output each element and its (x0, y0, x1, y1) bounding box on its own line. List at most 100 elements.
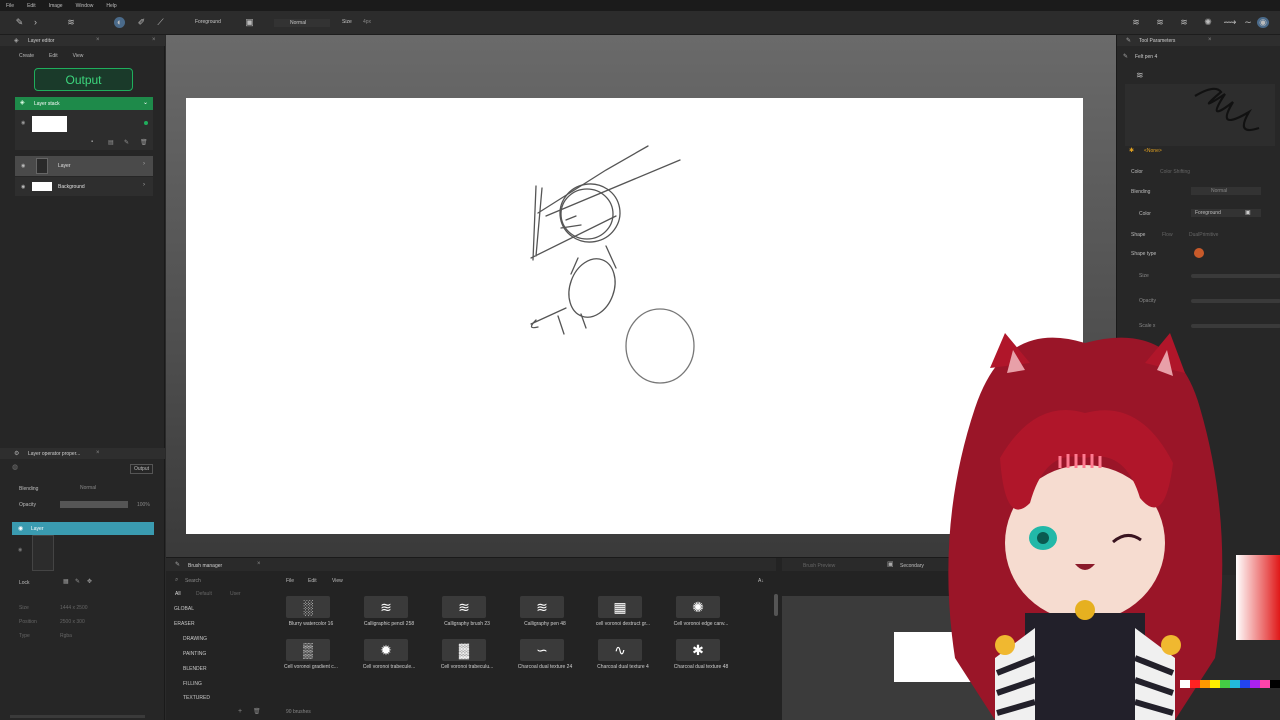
lock-alpha-icon[interactable]: ▦ (63, 578, 69, 585)
brush-item[interactable]: ✱ Charcoal dual texture 48 (664, 637, 738, 677)
visibility-eye-icon[interactable]: ◉ (21, 163, 25, 169)
brush-item[interactable]: ▦ cell voronoi destruct gr... (586, 594, 660, 634)
visibility-eye-icon[interactable]: ◉ (21, 120, 25, 126)
close-icon[interactable]: × (257, 561, 261, 567)
lock-move-icon[interactable]: ✥ (87, 578, 92, 585)
none-preset[interactable]: <None> (1144, 148, 1162, 154)
brush-quick-5-icon[interactable]: ⟿ (1222, 17, 1238, 28)
swap-colors-icon[interactable]: ▣ (244, 17, 255, 28)
add-icon[interactable]: + (238, 708, 242, 715)
brush-quick-7-icon[interactable]: ◉ (1257, 17, 1269, 28)
menu-image[interactable]: Image (49, 3, 63, 9)
bm-menu-edit[interactable]: Edit (308, 578, 317, 584)
brush-item[interactable]: ✺ Cell voronoi edge canv... (664, 594, 738, 634)
menu-file[interactable]: File (6, 3, 14, 9)
brush-quick-6-icon[interactable]: ∼ (1242, 17, 1254, 28)
layer-stack-header[interactable]: ◈ Layer stack ⌄ (15, 97, 153, 110)
brush-quick-2-icon[interactable]: ≋ (1152, 17, 1168, 28)
trash-icon[interactable]: 🗑 (253, 708, 261, 715)
tab-color[interactable]: Color (1131, 169, 1143, 175)
lock-paint-icon[interactable]: ✎ (75, 578, 80, 585)
chevron-right-icon[interactable]: › (143, 182, 145, 188)
eye-icon[interactable]: ◉ (18, 547, 22, 553)
chevron-down-icon[interactable]: ⌄ (143, 99, 148, 106)
brush-grid-scrollbar[interactable] (774, 594, 778, 616)
close-panel-icon[interactable]: × (152, 37, 156, 43)
menu-window[interactable]: Window (76, 3, 94, 9)
tab-flow[interactable]: Flow (1162, 232, 1173, 238)
brush-item[interactable]: ≋ Calligraphic pencil 258 (352, 594, 426, 634)
brush-search-input[interactable]: Search (185, 578, 201, 584)
category-filling[interactable]: FILLING (183, 681, 202, 687)
brush-item[interactable]: ░ Blurry watercolor 16 (274, 594, 348, 634)
trash-icon[interactable]: 🗑 (140, 139, 148, 146)
pencil-icon[interactable]: ⟋ (155, 17, 166, 28)
operator-layer-row[interactable]: ◉ Layer (12, 522, 154, 535)
chevron-right-icon[interactable]: › (143, 161, 145, 167)
filter-user[interactable]: User (230, 591, 241, 597)
horizontal-scrollbar[interactable] (10, 715, 145, 718)
layer-row-background[interactable]: ◉ Background › (15, 177, 153, 196)
category-global[interactable]: GLOBAL (174, 606, 194, 612)
stabilizer-icon[interactable]: ◐ (114, 17, 125, 28)
size-param-slider[interactable] (1191, 274, 1280, 278)
filter-all[interactable]: All (175, 591, 181, 597)
shape-type-swatch[interactable] (1194, 248, 1204, 258)
layer-row-layer[interactable]: ◉ Layer › (15, 156, 153, 176)
size-value[interactable]: 4px (363, 19, 371, 25)
brush-quick-1-icon[interactable]: ≋ (1128, 17, 1144, 28)
brush-quick-3-icon[interactable]: ≋ (1176, 17, 1192, 28)
tab-shape[interactable]: Shape (1131, 232, 1145, 238)
blending-value[interactable]: Normal (80, 485, 96, 491)
menu-help[interactable]: Help (106, 3, 116, 9)
output-button[interactable]: Output (34, 68, 133, 91)
close-icon[interactable]: × (96, 37, 100, 43)
brush-item[interactable]: ✹ Cell voronoi trabecule... (352, 637, 426, 677)
close-icon[interactable]: × (1208, 37, 1212, 43)
pin-icon[interactable]: ◍ (12, 463, 18, 471)
category-drawing[interactable]: DRAWING (183, 636, 207, 642)
brush-item[interactable]: ∽ Charcoal dual texture 24 (508, 637, 582, 677)
paint-icon[interactable]: ✎ (124, 139, 129, 146)
category-painting[interactable]: PAINTING (183, 651, 206, 657)
brush-tool-icon[interactable]: ✎ (14, 17, 25, 28)
opacity-slider[interactable] (60, 501, 128, 508)
brush-preset-icon[interactable]: ≋ (62, 17, 80, 28)
output-chip[interactable]: Output (130, 464, 154, 474)
eye-icon[interactable]: ◉ (18, 525, 23, 532)
visibility-eye-icon[interactable]: ◉ (21, 184, 25, 190)
menu-edit[interactable]: Edit (27, 3, 36, 9)
category-textured[interactable]: TEXTURED (183, 695, 210, 701)
bm-menu-file[interactable]: File (286, 578, 294, 584)
color-palette-strip[interactable] (1180, 680, 1280, 688)
category-blender[interactable]: BLENDER (183, 666, 207, 672)
fill-icon[interactable]: ▤ (108, 139, 114, 146)
chevron-right-icon[interactable]: › (30, 17, 41, 28)
opacity-param-slider[interactable] (1191, 299, 1280, 303)
menu-edit-layers[interactable]: Edit (49, 53, 58, 59)
mask-icon[interactable]: ▪ (91, 139, 93, 145)
foreground-color-label[interactable]: Foreground (195, 19, 221, 25)
color-picker-square[interactable] (1236, 555, 1280, 640)
filter-default[interactable]: Default (196, 591, 212, 597)
preset-icon[interactable]: ≋ (1136, 70, 1144, 81)
bm-menu-view[interactable]: View (332, 578, 343, 584)
tab-dualprimitive[interactable]: DualPrimitive (1189, 232, 1218, 238)
blend-mode-select[interactable]: Normal (274, 19, 330, 27)
close-icon[interactable]: × (96, 450, 100, 456)
brush-quick-4-icon[interactable]: ✺ (1200, 17, 1216, 28)
pen-icon[interactable]: ✐ (136, 17, 147, 28)
menu-create[interactable]: Create (19, 53, 34, 59)
brush-item[interactable]: ≋ Calligraphy brush 23 (430, 594, 504, 634)
brush-item[interactable]: ▓ Cell voronoi trabeculu... (430, 637, 504, 677)
category-eraser[interactable]: ERASER (174, 621, 195, 627)
brush-item[interactable]: ▒ Cell voronoi gradient c... (274, 637, 348, 677)
secondary-tab[interactable]: Secondary (900, 563, 924, 569)
color-swatch-icon[interactable]: ▣ (1245, 209, 1251, 216)
tp-blending-select[interactable]: Normal (1191, 187, 1261, 195)
brush-item[interactable]: ≋ Calligraphy pen 48 (508, 594, 582, 634)
brush-item[interactable]: ∿ Charcoal dual texture 4 (586, 637, 660, 677)
tab-color-shifting[interactable]: Color Shifting (1160, 169, 1190, 175)
menu-view[interactable]: View (73, 53, 84, 59)
sort-icon[interactable]: A↓ (758, 578, 764, 584)
